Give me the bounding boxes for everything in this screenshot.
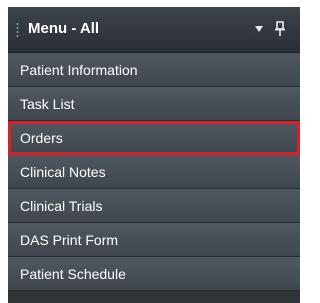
chevron-down-icon[interactable] <box>253 23 265 35</box>
menu-list: Patient Information Task List Orders Cli… <box>8 53 300 291</box>
menu-item-patient-schedule[interactable]: Patient Schedule <box>8 257 300 291</box>
menu-item-patient-information[interactable]: Patient Information <box>8 53 300 87</box>
menu-item-label: Clinical Notes <box>20 164 106 180</box>
menu-item-task-list[interactable]: Task List <box>8 87 300 121</box>
menu-item-clinical-trials[interactable]: Clinical Trials <box>8 189 300 223</box>
menu-item-clinical-notes[interactable]: Clinical Notes <box>8 155 300 189</box>
menu-item-label: Orders <box>20 130 63 146</box>
menu-header: Menu - All <box>8 7 300 53</box>
menu-title: Menu - All <box>28 20 100 37</box>
menu-item-label: Task List <box>20 96 75 112</box>
menu-item-das-print-form[interactable]: DAS Print Form <box>8 223 300 257</box>
menu-item-label: Patient Schedule <box>20 266 126 282</box>
menu-panel: Menu - All Patient Information Task List… <box>8 7 300 303</box>
menu-item-label: DAS Print Form <box>20 232 119 248</box>
drag-handle-icon[interactable] <box>16 22 19 38</box>
menu-item-label: Patient Information <box>20 62 138 78</box>
menu-item-label: Clinical Trials <box>20 198 103 214</box>
menu-item-orders[interactable]: Orders <box>8 121 300 155</box>
pin-icon[interactable] <box>273 21 287 37</box>
